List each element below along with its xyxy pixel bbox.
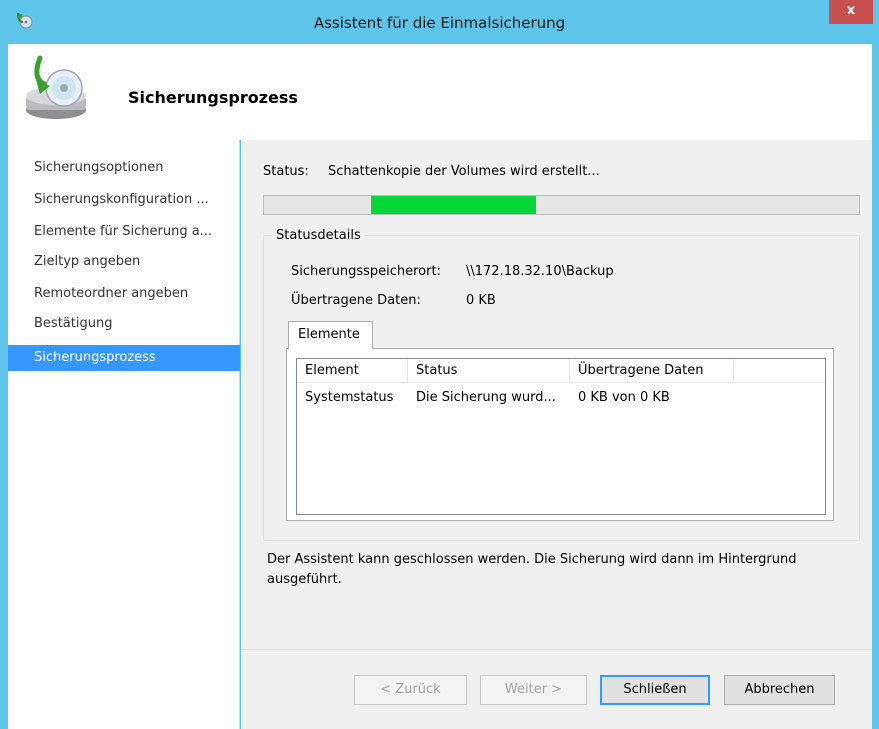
footer-divider <box>241 649 872 650</box>
elemente-tab-panel: Element Status Übertragene Daten Systems… <box>286 348 834 521</box>
nav-item-zieltyp[interactable]: Zieltyp angeben <box>8 249 240 275</box>
nav-item-elemente[interactable]: Elemente für Sicherung a... <box>8 219 240 245</box>
back-button[interactable]: < Zurück <box>354 675 467 705</box>
progress-bar <box>263 195 860 215</box>
status-details-group: Statusdetails Sicherungsspeicherort: \\1… <box>263 228 860 541</box>
column-header-transferred[interactable]: Übertragene Daten <box>570 359 734 383</box>
close-window-button[interactable]: x <box>829 0 873 24</box>
transferred-data-value: 0 KB <box>466 293 496 308</box>
status-text: Schattenkopie der Volumes wird erstellt.… <box>328 164 600 179</box>
cancel-button[interactable]: Abbrechen <box>724 675 835 705</box>
nav-item-bestaetigung[interactable]: Bestätigung <box>8 311 240 337</box>
cell-transferred: 0 KB von 0 KB <box>578 390 670 405</box>
background-hint-text: Der Assistent kann geschlossen werden. D… <box>267 552 797 587</box>
backup-location-label: Sicherungsspeicherort: <box>291 264 441 279</box>
column-header-element[interactable]: Element <box>297 359 408 383</box>
nav-item-remoteordner[interactable]: Remoteordner angeben <box>8 281 240 307</box>
column-header-status[interactable]: Status <box>408 359 570 383</box>
nav-item-sicherungsoptionen[interactable]: Sicherungsoptionen <box>8 155 240 181</box>
elements-list[interactable]: Element Status Übertragene Daten Systems… <box>296 358 826 515</box>
next-button[interactable]: Weiter > <box>480 675 587 705</box>
tab-elemente[interactable]: Elemente <box>288 321 373 349</box>
transferred-data-label: Übertragene Daten: <box>291 293 421 308</box>
wizard-content: Status: Schattenkopie der Volumes wird e… <box>241 140 872 729</box>
nav-item-sicherungsprozess[interactable]: Sicherungsprozess <box>8 345 240 371</box>
wizard-window: Assistent für die Einmalsicherung x Sich… <box>0 0 879 729</box>
cell-element: Systemstatus <box>305 390 394 405</box>
progress-bar-fill <box>371 196 536 214</box>
close-button[interactable]: Schließen <box>600 675 710 705</box>
wizard-header: Sicherungsprozess <box>8 44 872 140</box>
status-label: Status: <box>263 164 309 179</box>
list-header: Element Status Übertragene Daten <box>297 359 825 383</box>
wizard-steps-nav: Sicherungsoptionen Sicherungskonfigurati… <box>8 140 240 729</box>
status-details-title: Statusdetails <box>272 228 365 243</box>
cell-status: Die Sicherung wurd... <box>416 390 556 405</box>
list-item[interactable]: Systemstatus Die Sicherung wurd... 0 KB … <box>297 387 825 409</box>
backup-disk-icon <box>26 55 86 119</box>
window-title: Assistent für die Einmalsicherung <box>313 14 566 32</box>
page-title: Sicherungsprozess <box>128 88 298 107</box>
backup-location-value: \\172.18.32.10\Backup <box>466 264 614 279</box>
title-bar[interactable]: Assistent für die Einmalsicherung x <box>0 0 879 44</box>
nav-item-sicherungskonfiguration[interactable]: Sicherungskonfiguration ... <box>8 187 240 213</box>
